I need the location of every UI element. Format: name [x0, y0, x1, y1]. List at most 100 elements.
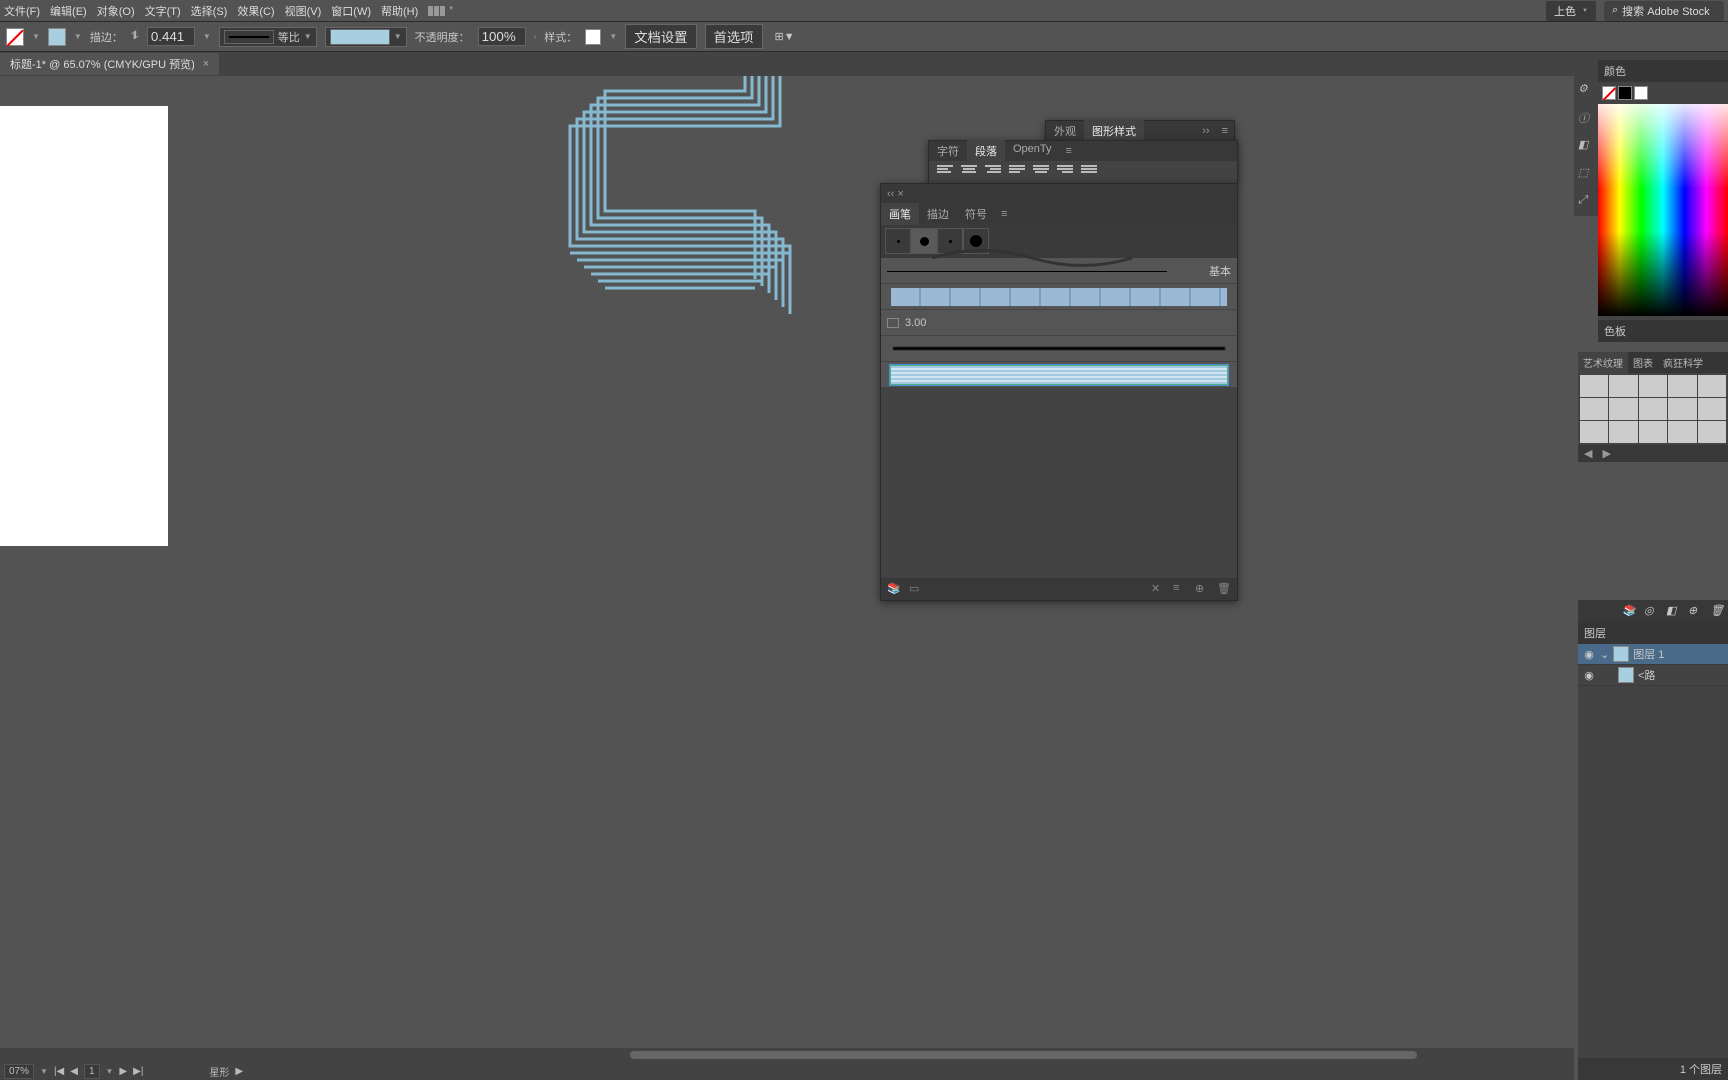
menu-file[interactable]: 文件(F) [4, 3, 40, 19]
tab-layers[interactable]: 图层 [1578, 622, 1728, 644]
layers-clip-icon[interactable]: ◧ [1666, 604, 1680, 618]
menu-view[interactable]: 视图(V) [285, 3, 322, 19]
menu-window[interactable]: 窗口(W) [331, 3, 371, 19]
brush-lib-item[interactable] [1580, 375, 1608, 397]
artboard-nav-last-icon[interactable]: ▶| [133, 1066, 143, 1077]
brush-lib-item[interactable] [1668, 421, 1696, 443]
preferences-button[interactable]: 首选项 [705, 24, 763, 49]
info-icon[interactable]: ⓘ [1578, 110, 1594, 126]
delete-brush-icon[interactable]: 🗑 [1217, 582, 1231, 596]
align-to-icon[interactable]: ⊞▼ [775, 30, 795, 43]
close-tab-icon[interactable]: × [203, 58, 209, 70]
brush-lib-item[interactable] [1580, 398, 1608, 420]
brush-lib-item[interactable] [1639, 375, 1667, 397]
tab-appearance[interactable]: 外观 [1046, 120, 1084, 142]
tab-swatches[interactable]: 色板 [1598, 320, 1728, 342]
justify-all-icon[interactable] [1081, 165, 1097, 177]
arrange-documents-icon[interactable] [428, 6, 454, 16]
brush-definition-select[interactable]: ▼ [325, 27, 407, 47]
tab-art-texture[interactable]: 艺术纹理 [1578, 352, 1628, 373]
brush-artistic[interactable] [881, 336, 1237, 362]
visibility-icon[interactable]: ◉ [1582, 669, 1596, 682]
panel-menu-icon[interactable]: ≡ [995, 208, 1013, 220]
artboard[interactable] [0, 106, 168, 546]
layers-new-icon[interactable]: ⊕ [1688, 604, 1702, 618]
color-spectrum[interactable] [1598, 104, 1728, 316]
brush-lib-item[interactable] [1698, 398, 1726, 420]
artboard-nav-prev-icon[interactable]: ◀ [70, 1066, 78, 1077]
brush-dot[interactable] [885, 228, 911, 254]
panel-collapse-icon[interactable]: ‹‹ × [881, 188, 910, 200]
stock-search[interactable]: ⌕ 搜索 Adobe Stock [1604, 1, 1724, 21]
brush-lib-item[interactable] [1698, 375, 1726, 397]
workspace-switcher[interactable]: 上色 [1546, 1, 1596, 21]
fill-stroke-swatches[interactable] [6, 28, 24, 46]
tab-mad-science[interactable]: 疯狂科学 [1658, 352, 1708, 373]
justify-center-icon[interactable] [1033, 165, 1049, 177]
brush-selected-stripes[interactable] [881, 362, 1237, 388]
tool-dropdown-icon[interactable]: ▶ [235, 1066, 243, 1077]
tab-character[interactable]: 字符 [929, 140, 967, 162]
brush-lib-item[interactable] [1580, 421, 1608, 443]
artboard-nav-first-icon[interactable]: |◀ [54, 1066, 64, 1077]
brush-libraries-icon[interactable]: 📚 [887, 582, 901, 596]
tab-paragraph[interactable]: 段落 [967, 140, 1005, 162]
libraries-menu-icon[interactable]: ▭ [909, 582, 923, 596]
align-right-icon[interactable] [985, 165, 1001, 177]
menu-effect[interactable]: 效果(C) [237, 3, 274, 19]
panel-menu-icon[interactable]: ≡ [1216, 125, 1234, 137]
layers-lib-icon[interactable]: 📚 [1622, 604, 1636, 618]
stroke-profile-select[interactable]: 等比 ▼ [219, 27, 317, 47]
tab-color[interactable]: 颜色 [1598, 60, 1728, 82]
tab-stroke[interactable]: 描边 [919, 203, 957, 225]
layer-name[interactable]: 图层 1 [1633, 646, 1664, 662]
artboard-nav-next-icon[interactable]: ▶ [119, 1066, 127, 1077]
menu-edit[interactable]: 编辑(E) [50, 3, 87, 19]
tab-opentype[interactable]: OpenTy [1005, 140, 1060, 162]
disclosure-icon[interactable]: ⌄ [1600, 648, 1609, 661]
brush-lib-item[interactable] [1668, 398, 1696, 420]
brush-lib-item[interactable] [1609, 398, 1637, 420]
stroke-weight-dropdown[interactable]: ▼ [203, 32, 211, 41]
layer-row[interactable]: ◉ <路 [1578, 665, 1728, 686]
graphic-style-swatch[interactable] [585, 29, 601, 45]
remove-stroke-icon[interactable]: ✕ [1151, 582, 1165, 596]
opacity-dropdown[interactable]: › [534, 32, 537, 41]
brush-lib-item[interactable] [1668, 375, 1696, 397]
tab-symbols[interactable]: 符号 [957, 203, 995, 225]
align-left-icon[interactable] [937, 165, 953, 177]
menu-help[interactable]: 帮助(H) [381, 3, 418, 19]
justify-left-icon[interactable] [1009, 165, 1025, 177]
menu-select[interactable]: 选择(S) [191, 3, 228, 19]
layers-locate-icon[interactable]: ◎ [1644, 604, 1658, 618]
prev-library-icon[interactable]: ◀ [1580, 447, 1596, 460]
zoom-level[interactable]: 07% [4, 1064, 34, 1079]
justify-right-icon[interactable] [1057, 165, 1073, 177]
opacity-input[interactable] [478, 27, 526, 46]
layer-name[interactable]: <路 [1638, 667, 1655, 683]
brush-lib-item[interactable] [1609, 421, 1637, 443]
style-dropdown[interactable]: ▼ [609, 32, 617, 41]
stroke-weight-input[interactable] [147, 27, 195, 46]
new-brush-icon[interactable]: ⊕ [1195, 582, 1209, 596]
tab-brushes[interactable]: 画笔 [881, 203, 919, 225]
libraries-icon[interactable]: ◧ [1578, 138, 1594, 154]
fill-swatch-none[interactable] [6, 28, 24, 46]
document-setup-button[interactable]: 文档设置 [625, 24, 696, 49]
brush-lib-item[interactable] [1698, 421, 1726, 443]
brush-lib-item[interactable] [1639, 398, 1667, 420]
menu-object[interactable]: 对象(O) [97, 3, 135, 19]
menu-type[interactable]: 文字(T) [145, 3, 181, 19]
properties-icon[interactable]: ⚙ [1578, 82, 1594, 98]
stroke-swatch[interactable] [48, 28, 66, 46]
brush-lib-item[interactable] [1609, 375, 1637, 397]
layer-row[interactable]: ◉ ⌄ 图层 1 [1578, 644, 1728, 665]
fill-stroke-indicator[interactable] [1598, 82, 1728, 104]
artwork-s-shape[interactable] [565, 76, 795, 319]
expand-icon[interactable]: ⤢ [1578, 194, 1594, 210]
artboard-number[interactable]: 1 [84, 1064, 100, 1079]
stroke-stepper-icon[interactable]: ⥮ [131, 30, 139, 43]
stroke-dropdown-icon[interactable]: ▼ [74, 32, 82, 41]
panel-collapse-icon[interactable]: ›› [1196, 125, 1215, 137]
horizontal-scrollbar[interactable] [0, 1048, 1574, 1062]
